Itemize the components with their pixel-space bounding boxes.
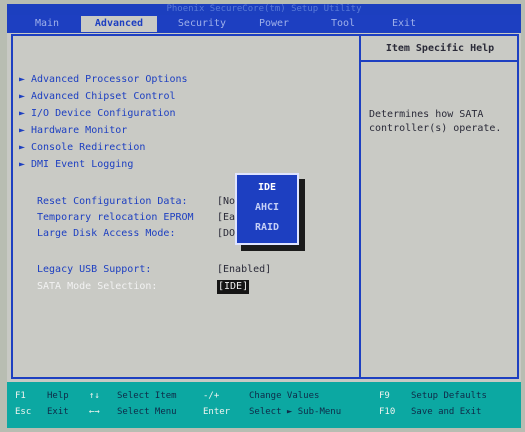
key-legend-footer: F1 Help ↑↓ Select Item -/+ Change Values… bbox=[7, 382, 521, 428]
action-save-and-exit: Save and Exit bbox=[411, 407, 482, 417]
action-select-item: Select Item bbox=[117, 391, 177, 401]
popup-option-ide[interactable]: IDE bbox=[237, 179, 297, 197]
key-f10: F10 bbox=[379, 407, 396, 417]
key-f1: F1 bbox=[15, 391, 26, 401]
submenu-hardware-monitor[interactable]: ► Hardware Monitor bbox=[19, 123, 127, 139]
popup-option-ahci[interactable]: AHCI bbox=[237, 199, 297, 217]
value-reset-configuration-data[interactable]: [No bbox=[217, 195, 235, 209]
submenu-advanced-processor-options[interactable]: ► Advanced Processor Options bbox=[19, 72, 188, 88]
action-help: Help bbox=[47, 391, 69, 401]
value-legacy-usb-support[interactable]: [Enabled] bbox=[217, 263, 271, 277]
tab-security[interactable]: Security bbox=[165, 16, 239, 32]
bios-screen: Phoenix SecureCore(tm) Setup Utility Mai… bbox=[7, 4, 521, 428]
key-up-down: ↑↓ bbox=[89, 391, 100, 401]
action-exit: Exit bbox=[47, 407, 69, 417]
sata-mode-popup: IDE AHCI RAID bbox=[235, 173, 299, 245]
submenu-label: Hardware Monitor bbox=[31, 125, 128, 136]
setting-reset-configuration-data[interactable]: Reset Configuration Data: bbox=[37, 194, 188, 210]
tab-exit[interactable]: Exit bbox=[379, 16, 429, 32]
popup-option-raid[interactable]: RAID bbox=[237, 219, 297, 237]
help-text: Determines how SATA controller(s) operat… bbox=[369, 109, 502, 134]
submenu-io-device-configuration[interactable]: ► I/O Device Configuration bbox=[19, 106, 176, 122]
key-minus-plus: -/+ bbox=[203, 391, 220, 401]
title-bar: Phoenix SecureCore(tm) Setup Utility bbox=[7, 4, 521, 15]
tab-power[interactable]: Power bbox=[243, 16, 305, 32]
submenu-label: DMI Event Logging bbox=[31, 159, 134, 170]
submenu-label: Advanced Chipset Control bbox=[31, 91, 176, 102]
submenu-arrow-icon: ► bbox=[19, 142, 26, 153]
submenu-arrow-icon: ► bbox=[19, 108, 26, 119]
help-divider bbox=[361, 60, 517, 62]
setting-temporary-relocation-eprom[interactable]: Temporary relocation EPROM bbox=[37, 210, 194, 226]
action-select-sub-menu: Select ► Sub-Menu bbox=[249, 407, 342, 417]
submenu-dmi-event-logging[interactable]: ► DMI Event Logging bbox=[19, 157, 133, 173]
value-sata-mode-selection[interactable]: [IDE] bbox=[217, 280, 250, 294]
key-left-right: ←→ bbox=[89, 407, 100, 417]
menu-bar: Main Advanced Security Power Tool Exit bbox=[7, 15, 521, 33]
action-select-menu: Select Menu bbox=[117, 407, 177, 417]
submenu-arrow-icon: ► bbox=[19, 125, 26, 136]
tab-tool[interactable]: Tool bbox=[317, 16, 369, 32]
submenu-advanced-chipset-control[interactable]: ► Advanced Chipset Control bbox=[19, 89, 176, 105]
submenu-label: I/O Device Configuration bbox=[31, 108, 176, 119]
help-title: Item Specific Help bbox=[385, 43, 495, 54]
value-large-disk-access-mode[interactable]: [DO bbox=[217, 227, 235, 241]
submenu-label: Console Redirection bbox=[31, 142, 146, 153]
submenu-arrow-icon: ► bbox=[19, 74, 26, 85]
setting-large-disk-access-mode[interactable]: Large Disk Access Mode: bbox=[37, 226, 175, 242]
action-change-values: Change Values bbox=[249, 391, 320, 401]
tab-advanced[interactable]: Advanced bbox=[81, 16, 157, 32]
key-enter: Enter bbox=[203, 407, 231, 417]
panel-divider bbox=[359, 36, 361, 377]
submenu-console-redirection[interactable]: ► Console Redirection bbox=[19, 140, 145, 156]
setting-sata-mode-selection[interactable]: SATA Mode Selection: bbox=[37, 279, 157, 295]
setting-legacy-usb-support[interactable]: Legacy USB Support: bbox=[37, 262, 151, 278]
value-temporary-relocation-eprom[interactable]: [Ea bbox=[217, 211, 235, 225]
tab-main[interactable]: Main bbox=[17, 16, 77, 32]
action-setup-defaults: Setup Defaults bbox=[411, 391, 487, 401]
key-f9: F9 bbox=[379, 391, 390, 401]
submenu-label: Advanced Processor Options bbox=[31, 74, 188, 85]
settings-panel: Item Specific Help Determines how SATA c… bbox=[11, 34, 519, 379]
submenu-arrow-icon: ► bbox=[19, 159, 26, 170]
submenu-arrow-icon: ► bbox=[19, 91, 26, 102]
key-esc: Esc bbox=[15, 407, 32, 417]
